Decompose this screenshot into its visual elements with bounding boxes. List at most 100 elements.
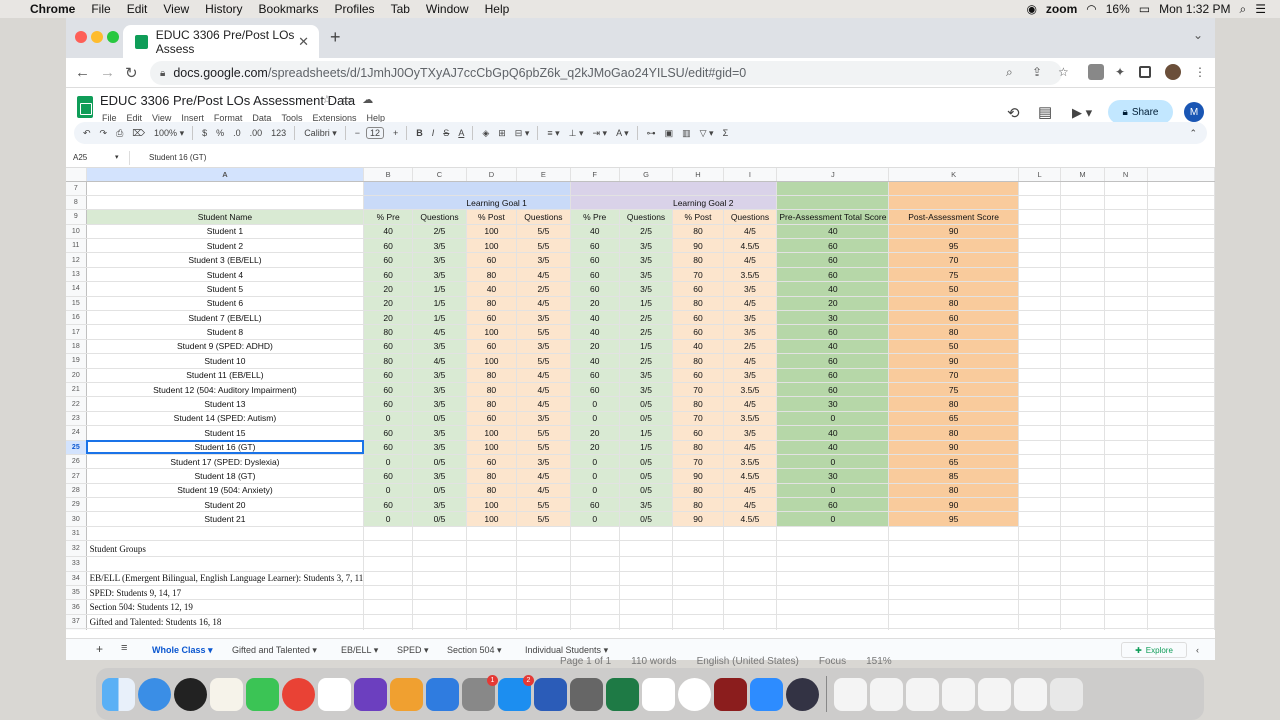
cell[interactable] <box>466 526 517 542</box>
cell-g2-pre[interactable]: 0 <box>570 454 620 470</box>
cell-student-name[interactable]: Student 20 <box>86 497 365 513</box>
cell[interactable] <box>1018 181 1062 196</box>
col-header-l[interactable]: L <box>1018 168 1062 182</box>
cell[interactable] <box>723 181 778 196</box>
cell[interactable] <box>1104 209 1148 225</box>
cell-post-score[interactable]: 80 <box>888 324 1019 340</box>
cell-g1-pre[interactable]: 0 <box>363 411 414 427</box>
insert-chart-icon[interactable]: ▥ <box>682 128 691 139</box>
cell-g2-pre-q[interactable]: 0/5 <box>619 454 674 470</box>
cell-post-score[interactable]: 70 <box>888 368 1019 383</box>
cell-g1-pre[interactable]: 60 <box>363 468 414 484</box>
cell-g1-post-q[interactable]: 3/5 <box>516 339 571 355</box>
cell-g1-post[interactable]: 100 <box>466 353 517 369</box>
cell-student-name[interactable]: Student 9 (SPED: ADHD) <box>86 339 365 355</box>
cell[interactable] <box>619 599 674 615</box>
cell[interactable] <box>1018 396 1062 412</box>
cell[interactable] <box>1060 368 1105 383</box>
cell-pre-total[interactable]: 20 <box>776 296 890 312</box>
fill-color-icon[interactable]: ◈ <box>482 128 489 139</box>
battery-icon[interactable]: ▭ <box>1139 2 1150 16</box>
cell[interactable] <box>1104 238 1148 254</box>
cell[interactable] <box>776 599 890 615</box>
cell[interactable] <box>1147 540 1215 558</box>
cell-g1-pre-q[interactable]: 4/5 <box>412 353 467 369</box>
cell[interactable] <box>1060 224 1105 240</box>
print-icon[interactable]: ⎙ <box>116 128 123 139</box>
cell-g1-pre-q[interactable]: 0/5 <box>412 483 467 499</box>
header-g1-pre-questions[interactable]: Questions <box>412 209 467 225</box>
cell-g2-post[interactable]: 80 <box>672 252 724 268</box>
cell-pre-total[interactable]: 60 <box>776 368 890 383</box>
cell-g1-post[interactable]: 80 <box>466 368 517 383</box>
cell[interactable] <box>888 628 1019 630</box>
row-header[interactable]: 33 <box>66 556 87 572</box>
cell[interactable] <box>619 526 674 542</box>
sheet-tab-section-504[interactable]: Section 504 ▾ <box>447 645 502 656</box>
cell[interactable] <box>1147 238 1215 254</box>
bold-icon[interactable]: B <box>416 128 423 138</box>
cell-g1-post[interactable]: 100 <box>466 224 517 240</box>
cell-pre-total[interactable]: 40 <box>776 281 890 297</box>
row-header[interactable]: 21 <box>66 382 87 398</box>
cell-g1-post-q[interactable]: 5/5 <box>516 324 571 340</box>
cell[interactable] <box>1060 614 1105 630</box>
cell-student-name[interactable]: Student 6 <box>86 296 365 312</box>
cell[interactable] <box>1104 353 1148 369</box>
cell-g1-post-q[interactable]: 4/5 <box>516 382 571 398</box>
cell-g2-pre-q[interactable]: 0/5 <box>619 411 674 427</box>
cell[interactable] <box>1060 483 1105 499</box>
zoom-status[interactable]: zoom <box>1046 2 1077 16</box>
cell[interactable] <box>363 556 414 572</box>
cell[interactable] <box>1147 382 1215 398</box>
cell[interactable] <box>1147 411 1215 427</box>
cell[interactable] <box>888 181 1019 196</box>
notes-icon[interactable] <box>210 677 243 711</box>
col-header-f[interactable]: F <box>570 168 620 182</box>
cell[interactable] <box>1147 310 1215 326</box>
cell[interactable] <box>1018 368 1062 383</box>
move-folder-icon[interactable]: ▭ <box>342 93 352 106</box>
cell[interactable] <box>1104 526 1148 542</box>
user-avatar[interactable]: M <box>1184 102 1204 122</box>
imovie-icon[interactable] <box>354 677 387 711</box>
cell[interactable] <box>1147 585 1215 601</box>
photos-icon[interactable] <box>678 677 711 711</box>
cell-g2-post[interactable]: 80 <box>672 497 724 513</box>
cell[interactable] <box>412 585 467 601</box>
cell[interactable] <box>776 195 890 211</box>
omnibox[interactable]: 🔒︎ docs.google.com/spreadsheets/d/1JmhJ0… <box>150 61 1062 85</box>
cell-g2-post-q[interactable]: 2/5 <box>723 339 778 355</box>
cell[interactable] <box>1147 483 1215 499</box>
cell-note[interactable]: SPED: Students 9, 14, 17 <box>86 585 365 601</box>
cell[interactable] <box>1018 310 1062 326</box>
cell[interactable] <box>1018 224 1062 240</box>
cell-g1-post[interactable]: 100 <box>466 440 517 455</box>
numbers-icon[interactable] <box>318 677 351 711</box>
cell-post-score[interactable]: 50 <box>888 281 1019 297</box>
cell[interactable] <box>1018 425 1062 441</box>
cell-g1-post[interactable]: 100 <box>466 511 517 527</box>
borders-icon[interactable]: ⊞ <box>498 128 506 139</box>
cell[interactable] <box>1018 339 1062 355</box>
cell-g2-post[interactable]: 80 <box>672 353 724 369</box>
cell[interactable] <box>1104 425 1148 441</box>
cell[interactable] <box>1147 425 1215 441</box>
text-wrap-icon[interactable]: ⇥ ▾ <box>593 128 608 139</box>
learning-goal-2-header[interactable]: Learning Goal 2 <box>672 195 778 211</box>
menubar-app-name[interactable]: Chrome <box>30 2 75 16</box>
row-header[interactable]: 30 <box>66 511 87 527</box>
cell[interactable] <box>888 599 1019 615</box>
row-header[interactable]: 10 <box>66 224 87 240</box>
cell[interactable] <box>516 181 571 196</box>
cell-g2-pre[interactable]: 60 <box>570 368 620 383</box>
row-header[interactable]: 20 <box>66 368 87 383</box>
recent-doc-icon[interactable] <box>906 677 939 711</box>
cell[interactable] <box>1018 468 1062 484</box>
cell-g1-post[interactable]: 80 <box>466 296 517 312</box>
cell[interactable] <box>672 571 724 587</box>
bookmark-star-icon[interactable]: ☆ <box>1058 65 1069 79</box>
cell[interactable] <box>1147 353 1215 369</box>
cell-pre-total[interactable]: 0 <box>776 483 890 499</box>
cell-g1-post-q[interactable]: 5/5 <box>516 511 571 527</box>
